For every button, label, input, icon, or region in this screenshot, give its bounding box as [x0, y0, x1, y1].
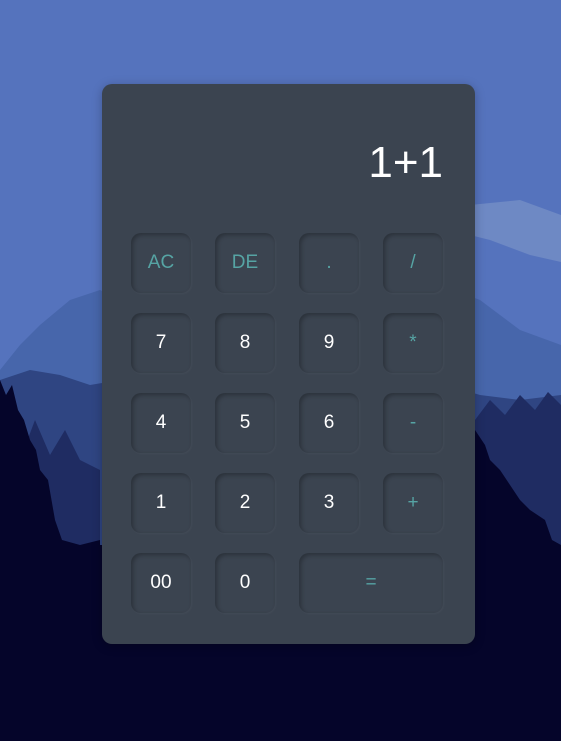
digit-6-button[interactable]: 6: [299, 393, 359, 453]
digit-0-button[interactable]: 0: [215, 553, 275, 613]
decimal-point-button[interactable]: .: [299, 233, 359, 293]
subtract-button[interactable]: -: [383, 393, 443, 453]
digit-9-button[interactable]: 9: [299, 313, 359, 373]
digit-5-button[interactable]: 5: [215, 393, 275, 453]
digit-7-button[interactable]: 7: [131, 313, 191, 373]
calculator-display: 1+1: [368, 138, 443, 187]
divide-button[interactable]: /: [383, 233, 443, 293]
equals-button[interactable]: =: [299, 553, 443, 613]
double-zero-button[interactable]: 00: [131, 553, 191, 613]
digit-8-button[interactable]: 8: [215, 313, 275, 373]
all-clear-button[interactable]: AC: [131, 233, 191, 293]
digit-4-button[interactable]: 4: [131, 393, 191, 453]
digit-3-button[interactable]: 3: [299, 473, 359, 533]
digit-1-button[interactable]: 1: [131, 473, 191, 533]
calculator-panel: 1+1 AC DE . / 7 8 9 * 4 5 6 - 1 2 3 + 00…: [102, 84, 475, 644]
delete-button[interactable]: DE: [215, 233, 275, 293]
add-button[interactable]: +: [383, 473, 443, 533]
multiply-button[interactable]: *: [383, 313, 443, 373]
digit-2-button[interactable]: 2: [215, 473, 275, 533]
